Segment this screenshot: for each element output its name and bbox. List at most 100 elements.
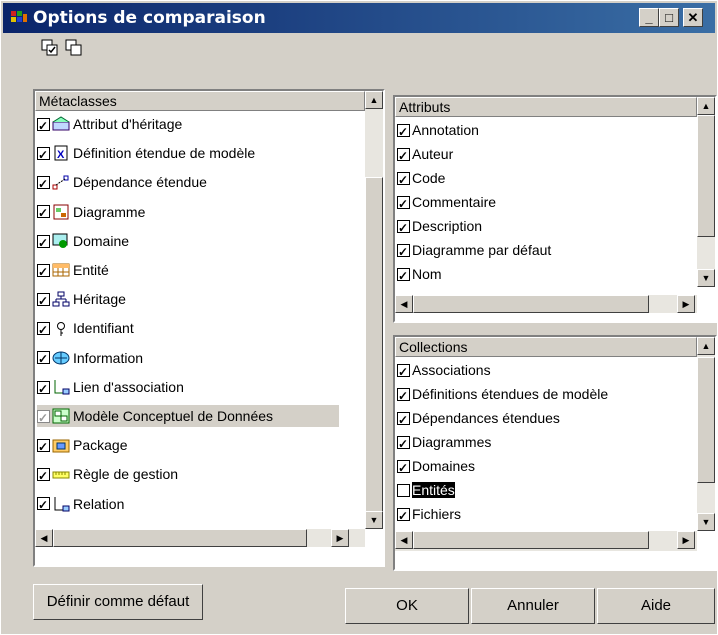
maximize-button[interactable]: □ bbox=[659, 8, 679, 27]
list-item[interactable]: Entité bbox=[37, 259, 339, 283]
item-checkbox[interactable] bbox=[37, 436, 50, 458]
item-checkbox[interactable] bbox=[397, 457, 410, 479]
list-item[interactable]: Entités bbox=[397, 479, 456, 501]
item-checkbox[interactable] bbox=[37, 261, 50, 283]
minimize-button[interactable]: _ bbox=[639, 8, 659, 27]
list-item[interactable]: Dépendances étendues bbox=[397, 407, 560, 431]
list-item[interactable]: Lien d'association bbox=[37, 376, 339, 400]
collections-header[interactable]: Collections bbox=[395, 337, 697, 357]
item-checkbox[interactable] bbox=[37, 173, 50, 195]
hscroll-thumb[interactable] bbox=[413, 531, 649, 549]
list-item[interactable]: Commentaire bbox=[397, 191, 496, 215]
scroll-down-arrow-icon[interactable]: ▼ bbox=[697, 269, 715, 287]
metaclasses-hscrollbar[interactable]: ◀ ▶ bbox=[35, 529, 365, 547]
list-item[interactable]: X Définition étendue de modèle bbox=[37, 142, 339, 166]
scroll-down-arrow-icon[interactable]: ▼ bbox=[697, 513, 715, 531]
app-icon bbox=[11, 11, 27, 22]
list-item[interactable]: Héritage bbox=[37, 288, 339, 312]
list-item[interactable]: Domaines bbox=[397, 455, 475, 479]
scroll-right-arrow-icon[interactable]: ▶ bbox=[677, 531, 695, 549]
item-label: Diagramme par défaut bbox=[412, 242, 552, 258]
scroll-thumb[interactable] bbox=[697, 115, 715, 237]
information-icon bbox=[52, 350, 70, 366]
list-item[interactable]: Relation bbox=[37, 493, 339, 516]
scroll-up-arrow-icon[interactable]: ▲ bbox=[697, 337, 715, 355]
item-checkbox[interactable] bbox=[397, 409, 410, 431]
attributes-hscrollbar[interactable]: ◀ ▶ bbox=[395, 295, 697, 313]
scroll-left-arrow-icon[interactable]: ◀ bbox=[35, 529, 53, 547]
list-item[interactable]: Identifiant bbox=[37, 317, 339, 341]
item-checkbox[interactable] bbox=[37, 494, 50, 516]
item-checkbox[interactable] bbox=[397, 265, 410, 287]
cancel-button[interactable]: Annuler bbox=[471, 588, 595, 624]
hscroll-thumb[interactable] bbox=[53, 529, 307, 547]
scroll-up-arrow-icon[interactable]: ▲ bbox=[697, 97, 715, 115]
list-item[interactable]: Diagramme par défaut bbox=[397, 239, 552, 263]
item-checkbox[interactable] bbox=[397, 483, 410, 497]
deselect-all-icon[interactable] bbox=[65, 39, 83, 57]
list-item[interactable]: Annotation bbox=[397, 119, 479, 143]
item-checkbox[interactable] bbox=[37, 202, 50, 224]
attributes-list[interactable]: Attributs Annotation Auteur Code Commentair… bbox=[393, 95, 717, 323]
help-button[interactable]: Aide bbox=[597, 588, 715, 624]
metaclasses-list[interactable]: Métaclasses Attribut d'héritage X Définiti… bbox=[33, 89, 385, 567]
metaclasses-vscrollbar[interactable]: ▲ ▼ bbox=[365, 91, 383, 529]
item-checkbox[interactable] bbox=[37, 290, 50, 312]
item-checkbox[interactable] bbox=[37, 115, 50, 137]
item-checkbox[interactable] bbox=[37, 407, 50, 429]
item-checkbox[interactable] bbox=[397, 121, 410, 143]
list-item[interactable]: Règle de gestion bbox=[37, 463, 339, 487]
select-all-icon[interactable] bbox=[41, 39, 59, 57]
title-bar[interactable]: Options de comparaison _ □ ✕ bbox=[3, 3, 715, 33]
list-item[interactable]: Fichiers bbox=[397, 503, 461, 527]
item-checkbox[interactable] bbox=[397, 241, 410, 263]
scroll-right-arrow-icon[interactable]: ▶ bbox=[331, 529, 349, 547]
hscroll-thumb[interactable] bbox=[413, 295, 649, 313]
list-item[interactable]: Package bbox=[37, 434, 339, 458]
list-item[interactable]: Information bbox=[37, 347, 339, 370]
scroll-thumb[interactable] bbox=[697, 357, 715, 483]
list-item[interactable]: Description bbox=[397, 215, 482, 239]
item-checkbox[interactable] bbox=[397, 145, 410, 167]
scroll-right-arrow-icon[interactable]: ▶ bbox=[677, 295, 695, 313]
attributes-vscrollbar[interactable]: ▲ ▼ bbox=[697, 97, 715, 287]
list-item[interactable]: Domaine bbox=[37, 230, 339, 254]
list-item[interactable]: Définitions étendues de modèle bbox=[397, 383, 608, 407]
relationship-icon bbox=[52, 496, 70, 512]
list-item[interactable]: Diagramme bbox=[37, 201, 339, 224]
item-checkbox[interactable] bbox=[397, 385, 410, 407]
list-item[interactable]: Dépendance étendue bbox=[37, 171, 339, 195]
scroll-left-arrow-icon[interactable]: ◀ bbox=[395, 531, 413, 549]
item-checkbox[interactable] bbox=[37, 465, 50, 487]
scroll-thumb[interactable] bbox=[365, 177, 383, 513]
item-checkbox[interactable] bbox=[397, 433, 410, 455]
close-button[interactable]: ✕ bbox=[683, 8, 703, 27]
list-item[interactable]: Associations bbox=[397, 359, 491, 383]
scroll-up-arrow-icon[interactable]: ▲ bbox=[365, 91, 383, 109]
item-checkbox[interactable] bbox=[37, 144, 50, 166]
item-checkbox[interactable] bbox=[37, 232, 50, 254]
attributes-header[interactable]: Attributs bbox=[395, 97, 697, 117]
scroll-left-arrow-icon[interactable]: ◀ bbox=[395, 295, 413, 313]
item-checkbox[interactable] bbox=[397, 217, 410, 239]
scroll-down-arrow-icon[interactable]: ▼ bbox=[365, 511, 383, 529]
item-checkbox[interactable] bbox=[397, 193, 410, 215]
list-item[interactable]: Attribut d'héritage bbox=[37, 113, 339, 137]
ok-button[interactable]: OK bbox=[345, 588, 469, 624]
item-checkbox[interactable] bbox=[397, 169, 410, 191]
item-checkbox[interactable] bbox=[37, 319, 50, 341]
list-item[interactable]: Code bbox=[397, 167, 445, 191]
set-as-default-button[interactable]: Définir comme défaut bbox=[33, 584, 203, 620]
collections-vscrollbar[interactable]: ▲ ▼ bbox=[697, 337, 715, 531]
item-checkbox[interactable] bbox=[37, 378, 50, 400]
list-item[interactable]: Diagrammes bbox=[397, 431, 491, 455]
item-checkbox[interactable] bbox=[397, 361, 410, 383]
collections-list[interactable]: Collections Associations Définitions éten… bbox=[393, 335, 717, 571]
metaclasses-header[interactable]: Métaclasses bbox=[35, 91, 365, 111]
item-checkbox[interactable] bbox=[37, 348, 50, 370]
list-item[interactable]: Modèle Conceptuel de Données bbox=[37, 405, 339, 429]
list-item[interactable]: Nom bbox=[397, 263, 442, 287]
item-checkbox[interactable] bbox=[397, 505, 410, 527]
collections-hscrollbar[interactable]: ◀ ▶ bbox=[395, 531, 697, 551]
list-item[interactable]: Auteur bbox=[397, 143, 453, 167]
